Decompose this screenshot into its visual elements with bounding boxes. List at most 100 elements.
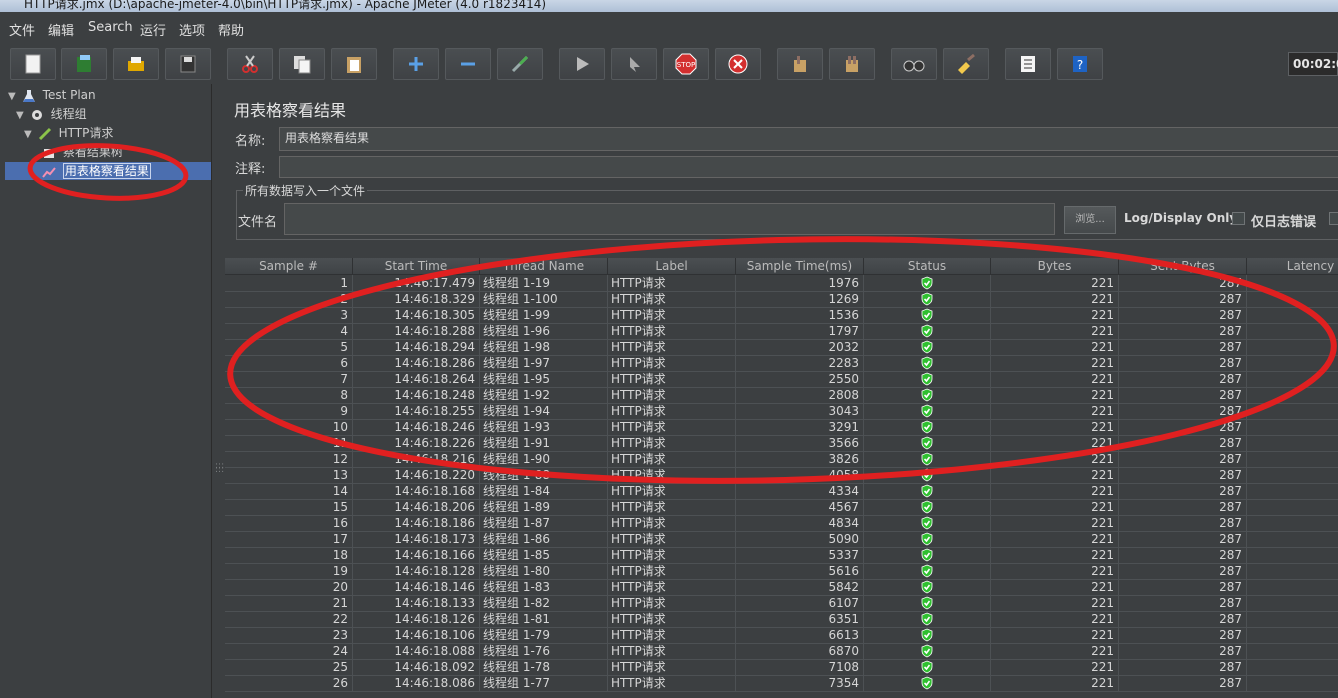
open-icon <box>128 57 144 71</box>
comment-field[interactable] <box>279 156 1338 178</box>
toolbar: STOP ? 00:02:0 <box>0 42 1338 84</box>
table-row[interactable]: 15 14:46:18.206 线程组 1-89 HTTP请求 4567 221 287 <box>225 499 1338 516</box>
save-button[interactable] <box>165 48 211 80</box>
cell-sent-bytes: 287 <box>1119 627 1247 643</box>
shutdown-button[interactable] <box>715 48 761 80</box>
expand-arrow-icon[interactable]: ▼ <box>8 88 18 106</box>
start-button[interactable] <box>559 48 605 80</box>
toggle-button[interactable] <box>497 48 543 80</box>
cell-sample-time: 7108 <box>736 659 864 675</box>
table-row[interactable]: 7 14:46:18.264 线程组 1-95 HTTP请求 2550 221 287 <box>225 371 1338 388</box>
table-row[interactable]: 3 14:46:18.305 线程组 1-99 HTTP请求 1536 221 287 <box>225 307 1338 324</box>
expand-arrow-icon[interactable]: ▼ <box>24 126 34 144</box>
column-header-start-time[interactable]: Start Time <box>353 258 480 275</box>
column-header-sample-number[interactable]: Sample # <box>225 258 353 275</box>
copy-button[interactable] <box>279 48 325 80</box>
column-header-label[interactable]: Label <box>608 258 736 275</box>
column-header-bytes[interactable]: Bytes <box>991 258 1119 275</box>
menu-help[interactable]: 帮助 <box>218 20 244 39</box>
errors-only-checkbox[interactable] <box>1232 212 1245 225</box>
cell-status <box>864 275 991 291</box>
table-row[interactable]: 25 14:46:18.092 线程组 1-78 HTTP请求 7108 221 287 <box>225 659 1338 676</box>
table-row[interactable]: 5 14:46:18.294 线程组 1-98 HTTP请求 2032 221 287 <box>225 339 1338 356</box>
column-header-sent-bytes[interactable]: Sent Bytes <box>1119 258 1247 275</box>
start-no-pause-button[interactable] <box>611 48 657 80</box>
reset-search-button[interactable] <box>943 48 989 80</box>
collapse-button[interactable] <box>445 48 491 80</box>
tree-item-view-results-tree[interactable]: 察看结果树 <box>42 143 123 161</box>
column-header-sample-time[interactable]: Sample Time(ms) <box>736 258 864 275</box>
table-row[interactable]: 2 14:46:18.329 线程组 1-100 HTTP请求 1269 221 287 <box>225 291 1338 308</box>
new-button[interactable] <box>10 48 56 80</box>
table-row[interactable]: 19 14:46:18.128 线程组 1-80 HTTP请求 5616 221 287 <box>225 563 1338 580</box>
cell-start-time: 14:46:18.133 <box>353 595 480 611</box>
cut-button[interactable] <box>227 48 273 80</box>
menu-edit[interactable]: 编辑 <box>48 20 74 39</box>
function-helper-button[interactable] <box>1005 48 1051 80</box>
cell-bytes: 221 <box>991 643 1119 659</box>
table-row[interactable]: 23 14:46:18.106 线程组 1-79 HTTP请求 6613 221 287 <box>225 627 1338 644</box>
cell-sample-time: 2550 <box>736 371 864 387</box>
table-row[interactable]: 13 14:46:18.220 线程组 1-88 HTTP请求 4058 221 287 <box>225 467 1338 484</box>
table-row[interactable]: 21 14:46:18.133 线程组 1-82 HTTP请求 6107 221 287 <box>225 595 1338 612</box>
cell-sent-bytes: 287 <box>1119 515 1247 531</box>
cell-status <box>864 339 991 355</box>
expand-button[interactable] <box>393 48 439 80</box>
cell-thread-name: 线程组 1-81 <box>480 611 608 627</box>
table-row[interactable]: 16 14:46:18.186 线程组 1-87 HTTP请求 4834 221 287 <box>225 515 1338 532</box>
column-header-latency[interactable]: Latency <box>1247 258 1338 275</box>
cell-status <box>864 371 991 387</box>
expand-arrow-icon[interactable]: ▼ <box>16 107 26 125</box>
help-icon: ? <box>1073 56 1087 72</box>
collapse-icon <box>461 62 475 66</box>
help-button[interactable]: ? <box>1057 48 1103 80</box>
cell-sample-time: 3566 <box>736 435 864 451</box>
menu-run[interactable]: 运行 <box>140 20 166 39</box>
cell-thread-name: 线程组 1-84 <box>480 483 608 499</box>
menu-file[interactable]: 文件 <box>9 20 35 39</box>
search-button[interactable] <box>891 48 937 80</box>
cell-bytes: 221 <box>991 547 1119 563</box>
tree-item-http-request[interactable]: ▼ HTTP请求 <box>24 124 113 142</box>
table-row[interactable]: 18 14:46:18.166 线程组 1-85 HTTP请求 5337 221 287 <box>225 547 1338 564</box>
split-pane-divider[interactable]: :::::: <box>212 84 224 698</box>
cell-latency <box>1247 579 1338 595</box>
tree-item-view-results-table[interactable]: 用表格察看结果 <box>5 162 211 180</box>
stop-button[interactable]: STOP <box>663 48 709 80</box>
clear-all-button[interactable] <box>829 48 875 80</box>
table-row[interactable]: 6 14:46:18.286 线程组 1-97 HTTP请求 2283 221 287 <box>225 355 1338 372</box>
column-header-status[interactable]: Status <box>864 258 991 275</box>
table-row[interactable]: 17 14:46:18.173 线程组 1-86 HTTP请求 5090 221 287 <box>225 531 1338 548</box>
name-field[interactable]: 用表格察看结果 <box>279 127 1338 151</box>
templates-button[interactable] <box>61 48 107 80</box>
cell-thread-name: 线程组 1-92 <box>480 387 608 403</box>
table-row[interactable]: 11 14:46:18.226 线程组 1-91 HTTP请求 3566 221 287 <box>225 435 1338 452</box>
table-row[interactable]: 20 14:46:18.146 线程组 1-83 HTTP请求 5842 221 287 <box>225 579 1338 596</box>
table-row[interactable]: 26 14:46:18.086 线程组 1-77 HTTP请求 7354 221 287 <box>225 675 1338 692</box>
clear-button[interactable] <box>777 48 823 80</box>
table-row[interactable]: 24 14:46:18.088 线程组 1-76 HTTP请求 6870 221 287 <box>225 643 1338 660</box>
browse-button[interactable]: 浏览... <box>1064 206 1116 234</box>
cell-start-time: 14:46:18.248 <box>353 387 480 403</box>
table-row[interactable]: 12 14:46:18.216 线程组 1-90 HTTP请求 3826 221 287 <box>225 451 1338 468</box>
cell-sent-bytes: 287 <box>1119 467 1247 483</box>
table-row[interactable]: 22 14:46:18.126 线程组 1-81 HTTP请求 6351 221 287 <box>225 611 1338 628</box>
tree-item-thread-group[interactable]: ▼ 线程组 <box>16 105 87 123</box>
filename-field[interactable] <box>284 203 1055 235</box>
paste-button[interactable] <box>331 48 377 80</box>
cell-latency <box>1247 275 1338 291</box>
column-header-thread-name[interactable]: Thread Name <box>480 258 608 275</box>
table-row[interactable]: 14 14:46:18.168 线程组 1-84 HTTP请求 4334 221 287 <box>225 483 1338 500</box>
table-row[interactable]: 4 14:46:18.288 线程组 1-96 HTTP请求 1797 221 287 <box>225 323 1338 340</box>
menu-search[interactable]: Search <box>88 20 133 35</box>
cell-sample-number: 16 <box>225 515 353 531</box>
menu-options[interactable]: 选项 <box>179 20 205 39</box>
open-button[interactable] <box>113 48 159 80</box>
successes-only-checkbox[interactable] <box>1329 212 1338 225</box>
tree-item-test-plan[interactable]: ▼ Test Plan <box>8 86 96 104</box>
cell-latency <box>1247 403 1338 419</box>
table-row[interactable]: 8 14:46:18.248 线程组 1-92 HTTP请求 2808 221 287 <box>225 387 1338 404</box>
table-row[interactable]: 1 14:46:17.479 线程组 1-19 HTTP请求 1976 221 287 <box>225 275 1338 292</box>
table-row[interactable]: 9 14:46:18.255 线程组 1-94 HTTP请求 3043 221 287 <box>225 403 1338 420</box>
table-row[interactable]: 10 14:46:18.246 线程组 1-93 HTTP请求 3291 221 287 <box>225 419 1338 436</box>
